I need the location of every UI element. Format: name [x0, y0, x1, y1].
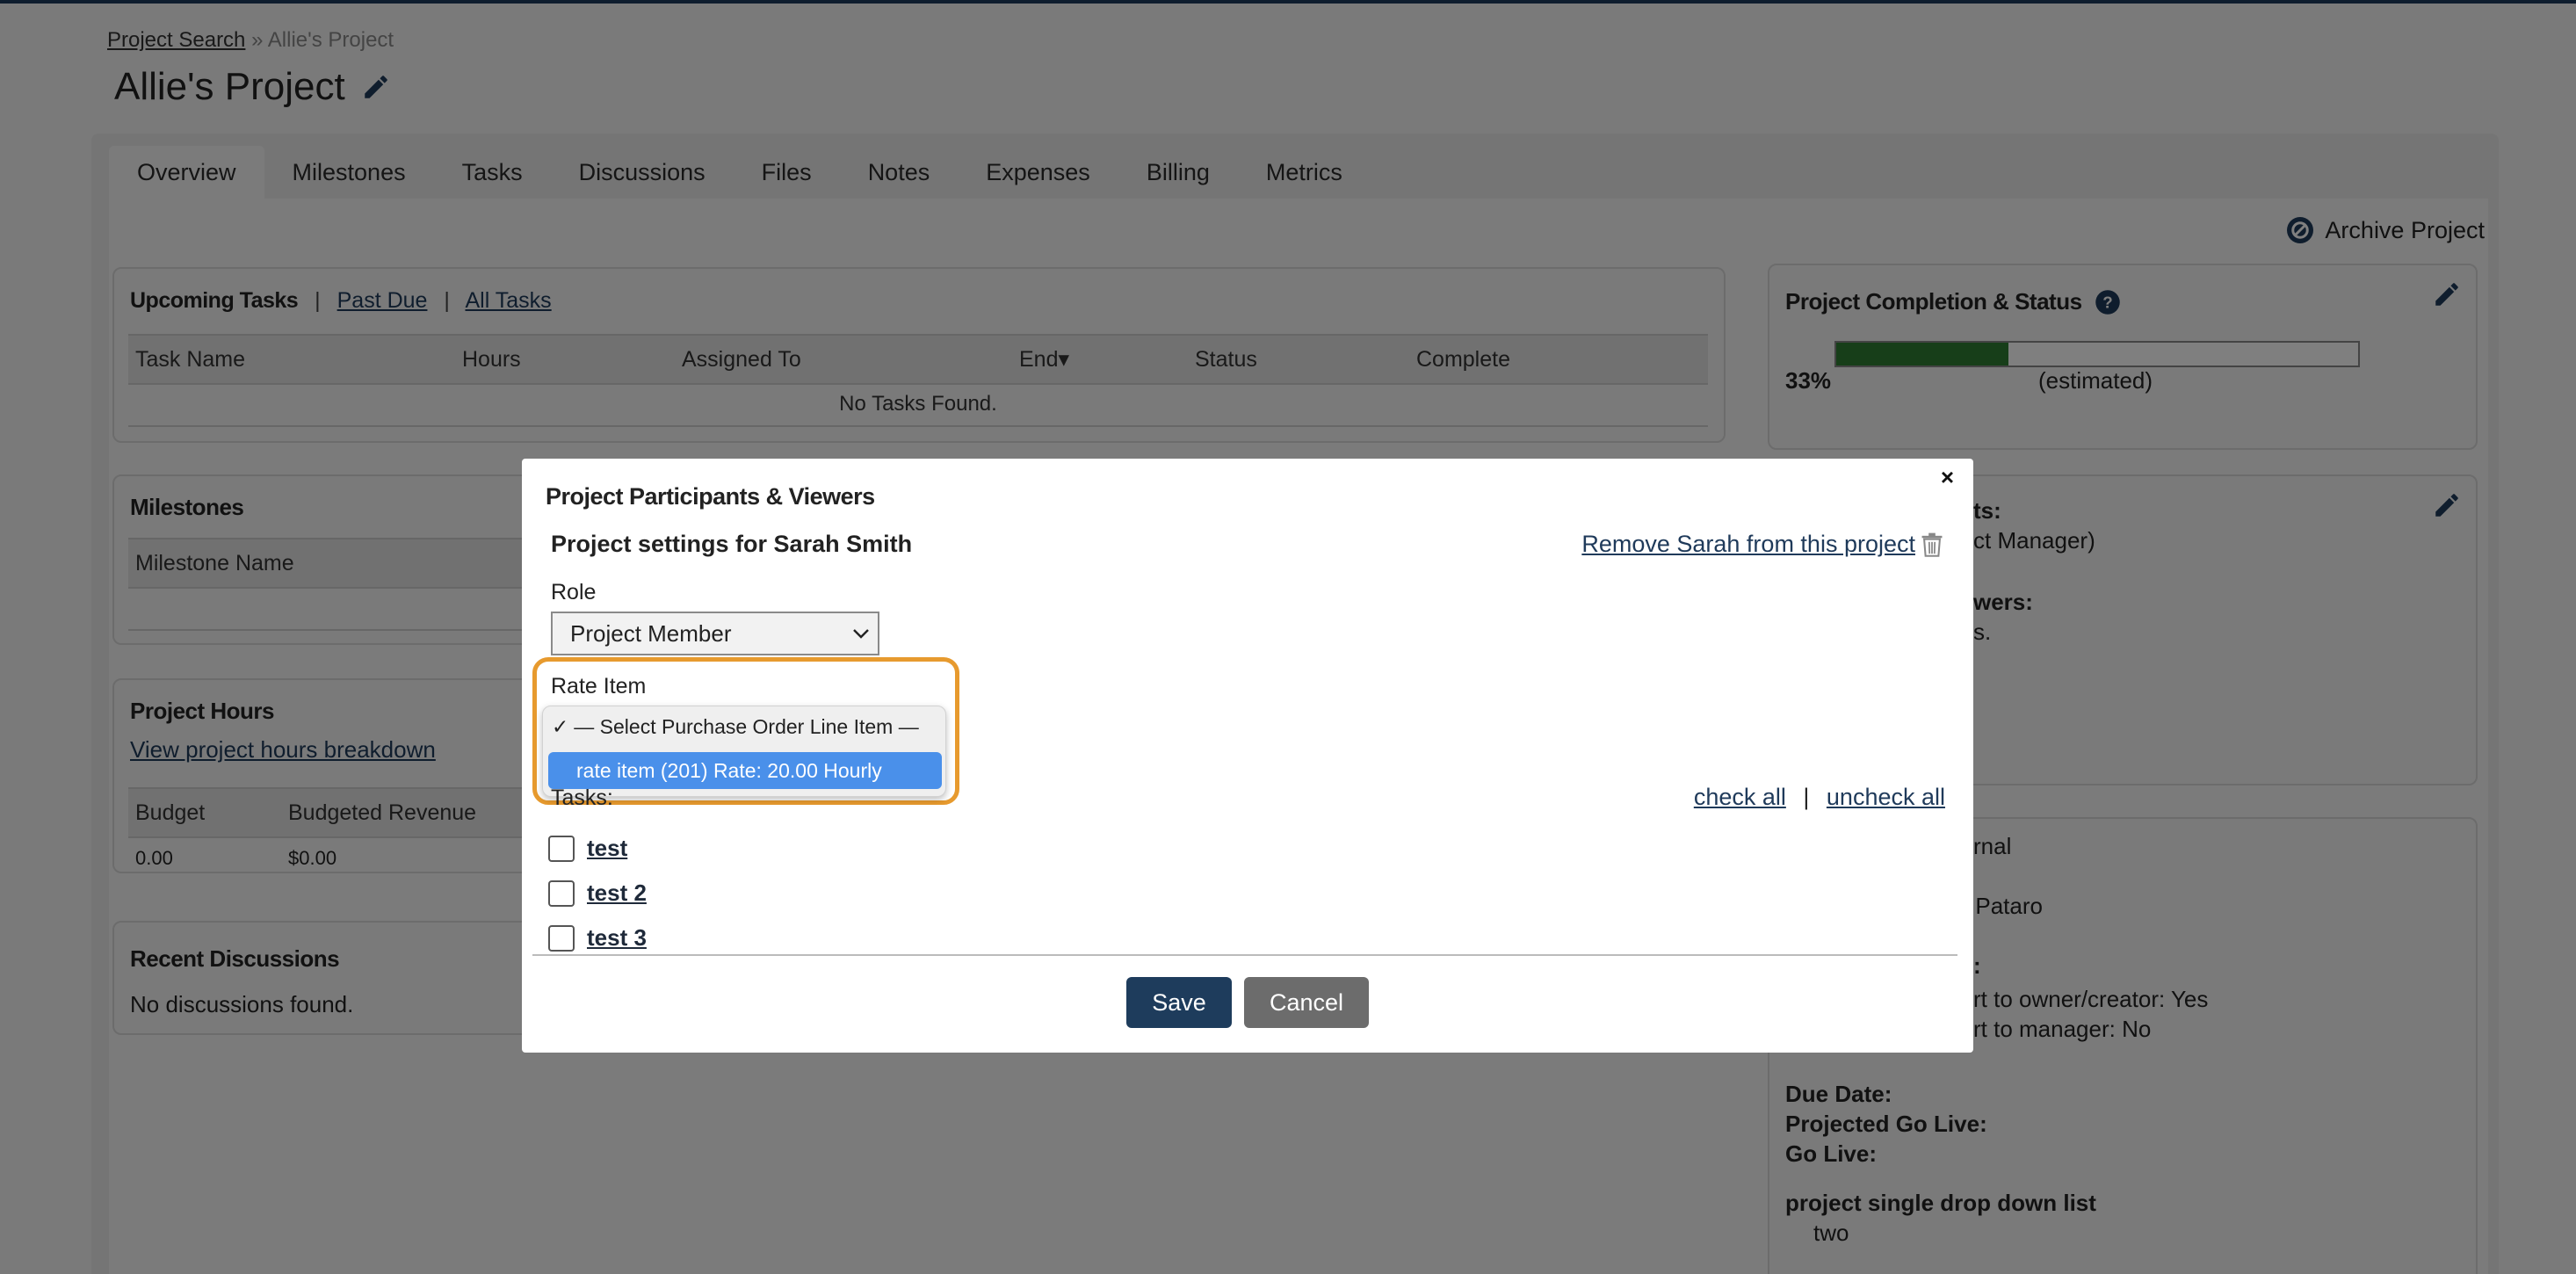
separator: | [1803, 784, 1810, 810]
tasks-label: Tasks: [551, 785, 613, 810]
rate-item-highlight: Rate Item ✓ — Select Purchase Order Line… [532, 657, 959, 805]
task-checkbox[interactable] [548, 835, 575, 862]
task-label[interactable]: test 2 [587, 879, 647, 907]
uncheck-all-link[interactable]: uncheck all [1827, 784, 1945, 810]
rate-option-placeholder[interactable]: ✓ — Select Purchase Order Line Item — [552, 715, 919, 739]
task-checkbox-item[interactable]: test 3 [548, 924, 647, 952]
trash-icon [1921, 532, 1943, 557]
save-button[interactable]: Save [1126, 977, 1232, 1028]
divider [532, 954, 1957, 956]
modal-title: Project Participants & Viewers [546, 483, 875, 510]
close-icon[interactable]: × [1941, 464, 1954, 491]
remove-from-project-link[interactable]: Remove Sarah from this project [1581, 531, 1943, 558]
task-label[interactable]: test 3 [587, 924, 647, 952]
rate-item-dropdown: ✓ — Select Purchase Order Line Item — ra… [542, 706, 946, 797]
checkmark-icon: ✓ [552, 715, 569, 738]
check-all-link[interactable]: check all [1694, 784, 1786, 810]
modal-subtitle: Project settings for Sarah Smith [551, 531, 913, 557]
chevron-down-icon [853, 629, 869, 639]
task-label[interactable]: test [587, 835, 627, 862]
role-select[interactable]: Project Member [551, 612, 879, 655]
participants-modal: × Project Participants & Viewers Project… [522, 459, 1973, 1053]
task-checkbox-item[interactable]: test 2 [548, 879, 647, 907]
remove-label: Remove Sarah from this project [1581, 531, 1915, 557]
check-links: check all | uncheck all [1694, 784, 1945, 811]
rate-item-label: Rate Item [551, 674, 647, 699]
task-checkbox-item[interactable]: test [548, 835, 627, 862]
role-select-value: Project Member [570, 620, 732, 647]
task-checkbox[interactable] [548, 879, 575, 907]
rate-option-placeholder-label: — Select Purchase Order Line Item — [574, 715, 919, 738]
rate-option-201[interactable]: rate item (201) Rate: 20.00 Hourly [548, 752, 942, 789]
role-label: Role [551, 580, 597, 604]
task-checkbox[interactable] [548, 924, 575, 952]
cancel-button[interactable]: Cancel [1244, 977, 1369, 1028]
